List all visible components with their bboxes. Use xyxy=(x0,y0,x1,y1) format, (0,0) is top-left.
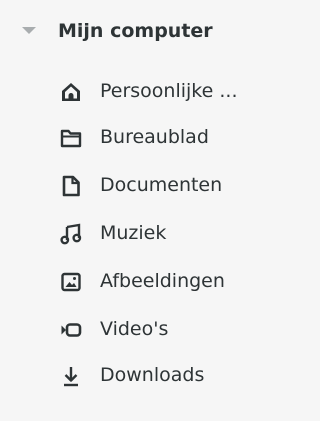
triangle-down-icon[interactable] xyxy=(22,27,36,34)
section-header-my-computer[interactable]: Mijn computer xyxy=(0,12,320,52)
sidebar-item-label: Afbeeldingen xyxy=(100,270,225,292)
sidebar-item-pictures[interactable]: Afbeeldingen xyxy=(52,262,312,302)
download-icon xyxy=(60,365,82,387)
sidebar-item-label: Bureaublad xyxy=(100,126,209,148)
music-icon xyxy=(60,223,82,245)
folder-icon xyxy=(60,127,82,149)
sidebar-item-music[interactable]: Muziek xyxy=(52,214,312,254)
sidebar-item-videos[interactable]: Video's xyxy=(52,310,312,350)
video-icon xyxy=(60,319,82,341)
sidebar-item-label: Persoonlijke ... xyxy=(100,80,238,102)
sidebar-item-label: Video's xyxy=(100,318,169,340)
sidebar-item-downloads[interactable]: Downloads xyxy=(52,356,312,396)
section-title: Mijn computer xyxy=(58,20,213,42)
document-icon xyxy=(60,175,82,197)
sidebar-item-desktop[interactable]: Bureaublad xyxy=(52,118,312,158)
sidebar-item-label: Muziek xyxy=(100,222,167,244)
places-sidebar: Mijn computer Persoonlijke ... Bureaubla… xyxy=(0,0,320,421)
sidebar-item-documents[interactable]: Documenten xyxy=(52,166,312,206)
sidebar-item-home[interactable]: Persoonlijke ... xyxy=(52,72,312,112)
home-icon xyxy=(60,81,82,103)
sidebar-item-label: Documenten xyxy=(100,174,223,196)
sidebar-item-label: Downloads xyxy=(100,364,205,386)
image-icon xyxy=(60,271,82,293)
